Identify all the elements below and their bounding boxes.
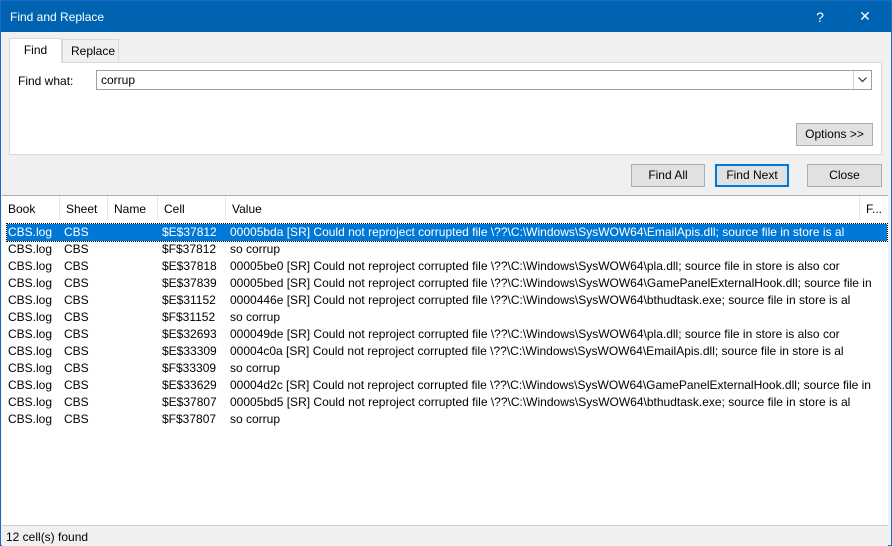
cell-book: CBS.log [8,276,53,290]
cell-sheet: CBS [64,412,89,426]
cell-book: CBS.log [8,378,53,392]
cell-cell: $E$32693 [162,327,217,341]
table-row[interactable]: CBS.log CBS $E$37807 00005bd5 [SR] Could no… [7,394,887,411]
column-header-formula[interactable]: F... [860,196,888,220]
cell-name [112,411,160,428]
cell-book: CBS.log [8,412,53,426]
help-button[interactable]: ? [798,1,842,32]
cell-book: CBS.log [8,327,53,341]
cell-sheet: CBS [64,276,89,290]
results-list[interactable]: Book Sheet Name Cell Value F... CBS.log C… [2,195,888,526]
cell-name [112,258,160,275]
cell-name [112,275,160,292]
column-header-value[interactable]: Value [226,196,860,220]
cell-value: 00004c0a [SR] Could not reproject corrup… [230,344,844,358]
close-window-button[interactable]: ✕ [843,1,887,32]
cell-book: CBS.log [8,361,53,375]
cell-cell: $F$33309 [162,361,217,375]
cell-sheet: CBS [64,361,89,375]
cell-name [112,241,160,258]
find-what-value: corrup [101,73,136,87]
cell-value: 0000446e [SR] Could not reproject corrup… [230,293,851,307]
window-title: Find and Replace [10,10,105,24]
cell-value: 00004d2c [SR] Could not reproject corrup… [230,378,871,392]
find-panel: Find what: corrup Options >> [9,62,882,155]
column-header-sheet[interactable]: Sheet [60,196,108,220]
cell-value: so corrup [230,361,281,375]
cell-cell: $F$37812 [162,242,217,256]
cell-value: 00005bd5 [SR] Could not reproject corrup… [230,395,851,409]
find-all-button[interactable]: Find All [631,164,705,187]
cell-name [112,326,160,343]
cell-book: CBS.log [8,395,53,409]
cell-value: so corrup [230,412,281,426]
cell-cell: $E$37807 [162,395,217,409]
cell-name [112,377,160,394]
find-next-button[interactable]: Find Next [715,164,789,187]
cell-cell: $E$31152 [162,293,216,307]
table-row[interactable]: CBS.log CBS $F$37807 so corrup [7,411,887,428]
cell-value: 00005be0 [SR] Could not reproject corrup… [230,259,840,273]
cell-value: 00005bed [SR] Could not reproject corrup… [230,276,872,290]
tab-replace[interactable]: Replace [62,39,119,61]
cell-book: CBS.log [8,293,53,307]
close-button[interactable]: Close [807,164,882,187]
title-bar: Find and Replace ? ✕ [1,1,891,32]
cell-book: CBS.log [8,344,53,358]
cell-cell: $E$37839 [162,276,217,290]
table-row[interactable]: CBS.log CBS $F$31152 so corrup [7,309,887,326]
cell-cell: $E$37812 [162,225,217,239]
chevron-down-icon[interactable] [853,71,871,89]
table-row[interactable]: CBS.log CBS $F$37812 so corrup [7,241,887,258]
table-row[interactable]: CBS.log CBS $F$33309 so corrup [7,360,887,377]
cell-book: CBS.log [8,259,53,273]
find-what-input[interactable]: corrup [96,70,872,90]
find-replace-dialog: Find and Replace ? ✕ Replace Find Find w… [0,0,892,546]
cell-cell: $E$37818 [162,259,217,273]
column-header-cell[interactable]: Cell [158,196,226,220]
tab-find[interactable]: Find [9,38,62,63]
cell-book: CBS.log [8,225,53,239]
cell-value: so corrup [230,242,281,256]
table-row[interactable]: CBS.log CBS $E$31152 0000446e [SR] Could no… [7,292,887,309]
cell-sheet: CBS [64,395,89,409]
table-row[interactable]: CBS.log CBS $E$37812 00005bda [SR] Could no… [6,223,888,242]
table-row[interactable]: CBS.log CBS $E$33309 00004c0a [SR] Could no… [7,343,887,360]
cell-value: so corrup [230,310,281,324]
table-row[interactable]: CBS.log CBS $E$37839 00005bed [SR] Could no… [7,275,887,292]
cell-name [112,309,160,326]
cell-sheet: CBS [64,293,89,307]
cell-cell: $F$37807 [162,412,217,426]
cell-name [112,292,160,309]
column-header-book[interactable]: Book [2,196,60,220]
status-bar: 12 cell(s) found [2,525,888,546]
cell-sheet: CBS [64,310,89,324]
status-text: 12 cell(s) found [6,530,89,544]
table-row[interactable]: CBS.log CBS $E$37818 00005be0 [SR] Could no… [7,258,887,275]
options-button[interactable]: Options >> [796,123,873,146]
cell-sheet: CBS [64,344,89,358]
cell-sheet: CBS [64,242,89,256]
table-row[interactable]: CBS.log CBS $E$32693 000049de [SR] Could no… [7,326,887,343]
cell-name [112,394,160,411]
cell-book: CBS.log [8,242,53,256]
cell-sheet: CBS [64,378,89,392]
cell-sheet: CBS [64,259,89,273]
cell-cell: $F$31152 [162,310,216,324]
cell-book: CBS.log [8,310,53,324]
cell-cell: $E$33629 [162,378,217,392]
find-what-label: Find what: [18,74,74,88]
cell-name [112,224,160,241]
cell-cell: $E$33309 [162,344,217,358]
column-header-name[interactable]: Name [108,196,158,220]
results-header: Book Sheet Name Cell Value F... [2,196,888,220]
cell-sheet: CBS [64,327,89,341]
cell-value: 00005bda [SR] Could not reproject corrup… [230,225,845,239]
cell-name [112,343,160,360]
cell-value: 000049de [SR] Could not reproject corrup… [230,327,840,341]
table-row[interactable]: CBS.log CBS $E$33629 00004d2c [SR] Could no… [7,377,887,394]
cell-sheet: CBS [64,225,89,239]
cell-name [112,360,160,377]
